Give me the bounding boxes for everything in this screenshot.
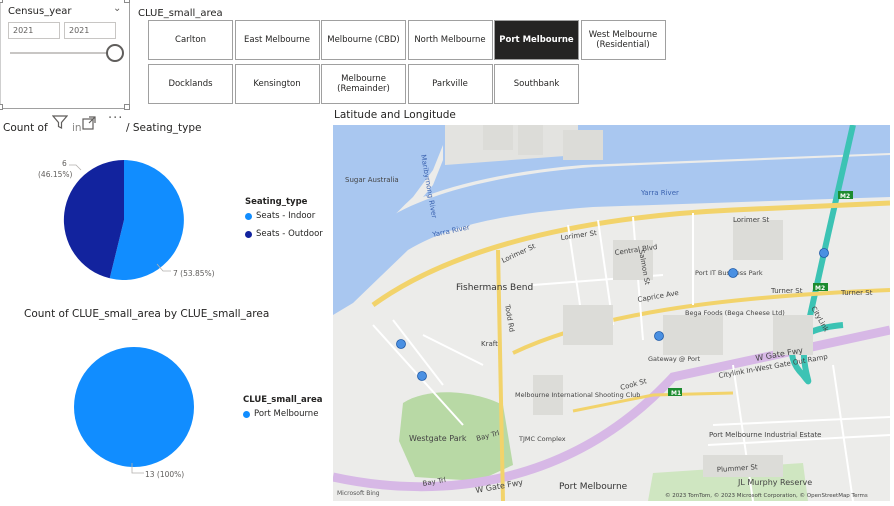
- map-label-bega-foods: Bega Foods (Bega Cheese Ltd): [685, 309, 785, 317]
- year-slider-handle[interactable]: [106, 44, 124, 62]
- map-attribution[interactable]: © 2023 TomTom, © 2023 Microsoft Corporat…: [665, 492, 868, 499]
- area-slicer-title: CLUE_small_area: [138, 8, 223, 19]
- map-label-yarra-2: Yarra River: [640, 189, 679, 197]
- area-button-melbourne-cbd[interactable]: Melbourne (CBD): [321, 20, 406, 60]
- pie2-title: Count of CLUE_small_area by CLUE_small_a…: [24, 308, 270, 320]
- bing-logo: Microsoft Bing: [337, 490, 380, 497]
- pie1-title-end: / Seating_type: [126, 122, 202, 134]
- map-label-todd-rd: Todd Rd: [503, 303, 516, 333]
- map-label-sugar-australia: Sugar Australia: [345, 176, 399, 184]
- map-title: Latitude and Longitude: [334, 109, 456, 121]
- m1-shield-text: M1: [671, 390, 681, 397]
- area-button-west-melbourne-residential[interactable]: West Melbourne (Residential): [580, 20, 666, 60]
- area-button-docklands[interactable]: Docklands: [148, 64, 233, 104]
- m2-shield-text: M2: [840, 193, 850, 200]
- filter-icon[interactable]: [51, 114, 69, 134]
- legend-item-outdoor[interactable]: Seats - Outdoor: [245, 229, 323, 239]
- year-slider-track[interactable]: [10, 52, 110, 54]
- legend-label: Seats - Outdoor: [256, 229, 323, 239]
- pie1-legend-title: Seating_type: [245, 197, 308, 207]
- resize-handle[interactable]: [0, 104, 3, 110]
- map-data-point[interactable]: [396, 339, 406, 349]
- map-data-point[interactable]: [417, 371, 427, 381]
- resize-handle[interactable]: [124, 104, 130, 110]
- year-from-input[interactable]: 2021: [8, 22, 60, 39]
- area-button-port-melbourne[interactable]: Port Melbourne: [494, 20, 579, 60]
- year-to-input[interactable]: 2021: [64, 22, 116, 39]
- resize-handle[interactable]: [124, 0, 130, 3]
- legend-item-port-melbourne[interactable]: Port Melbourne: [243, 409, 318, 419]
- map-label-fishermans-bend: Fishermans Bend: [456, 283, 533, 293]
- area-button-melbourne-remainder[interactable]: Melbourne (Remainder): [321, 64, 406, 104]
- area-button-east-melbourne[interactable]: East Melbourne: [234, 20, 320, 60]
- pie2-chart: [74, 347, 194, 467]
- more-options-icon[interactable]: ···: [108, 111, 123, 126]
- map-label-westgate-park: Westgate Park: [409, 434, 467, 443]
- pie1-indoor-label: 7 (53.85%): [173, 269, 215, 278]
- area-button-north-melbourne[interactable]: North Melbourne: [407, 20, 493, 60]
- m2-shield-text: M2: [815, 285, 825, 292]
- map-label-industrial-estate: Port Melbourne Industrial Estate: [709, 431, 822, 439]
- map-label-jl-murphy: JL Murphy Reserve: [737, 478, 812, 487]
- area-button-southbank[interactable]: Southbank: [494, 64, 579, 104]
- map-label-shooting-club: Melbourne International Shooting Club: [515, 391, 640, 399]
- resize-handle[interactable]: [0, 0, 3, 3]
- census-year-title: Census_year: [8, 6, 72, 17]
- map-label-lorimer-3: Lorimer St: [733, 216, 770, 224]
- map-data-point[interactable]: [819, 248, 829, 258]
- map-label-port-melbourne: Port Melbourne: [559, 482, 628, 492]
- map-label-caprice-ave: Caprice Ave: [637, 289, 679, 304]
- map-visual[interactable]: M2 M2 M1 Sugar Australia Maribyrnong Riv…: [333, 125, 890, 501]
- pie1-title: Count of: [3, 122, 48, 134]
- map-label-gateway-port: Gateway @ Port: [648, 355, 701, 363]
- pie2-slice-port-melbourne[interactable]: [74, 347, 194, 467]
- focus-mode-icon[interactable]: [81, 115, 97, 135]
- pie1-leader-line: [69, 164, 82, 171]
- legend-dot: [245, 230, 252, 238]
- legend-dot: [243, 410, 250, 418]
- pie2-label: 13 (100%): [145, 470, 185, 479]
- map-label-kraft: Kraft: [481, 340, 498, 348]
- map-label-turner-st-2: Turner St: [840, 289, 873, 297]
- pie2-legend-title: CLUE_small_area: [243, 395, 323, 405]
- map-data-point[interactable]: [728, 268, 738, 278]
- legend-label: Seats - Indoor: [256, 211, 316, 221]
- area-button-kensington[interactable]: Kensington: [234, 64, 320, 104]
- map-label-turner-st-1: Turner St: [770, 287, 803, 295]
- legend-label: Port Melbourne: [254, 409, 319, 419]
- map-label-tjmc: TJMC Complex: [518, 435, 566, 443]
- map-data-point[interactable]: [654, 331, 664, 341]
- area-button-parkville[interactable]: Parkville: [407, 64, 493, 104]
- pie1-leader-line: [156, 263, 171, 272]
- area-button-carlton[interactable]: Carlton: [148, 20, 233, 60]
- chevron-down-icon[interactable]: ⌄: [113, 3, 121, 14]
- legend-item-indoor[interactable]: Seats - Indoor: [245, 211, 315, 221]
- map-label-cook-st: Cook St: [619, 377, 647, 392]
- legend-dot: [245, 212, 252, 220]
